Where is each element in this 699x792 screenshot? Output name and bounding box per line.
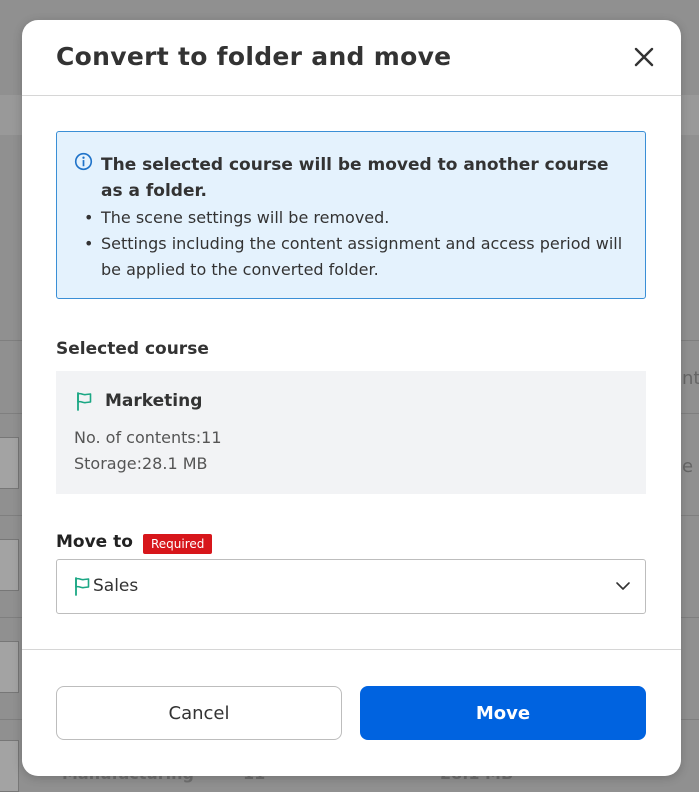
move-to-select[interactable]: Sales xyxy=(56,559,646,614)
flag-icon xyxy=(77,392,92,411)
required-badge: Required xyxy=(143,534,213,554)
background-thumbnail xyxy=(0,641,19,693)
info-title: The selected course will be moved to ano… xyxy=(101,155,609,201)
move-to-label: Move to xyxy=(56,532,133,552)
chevron-down-icon xyxy=(616,582,630,590)
convert-dialog: Convert to folder and move The selected … xyxy=(22,20,681,776)
info-bullet: Settings including the content assignmen… xyxy=(84,231,624,283)
background-edge-text: nt xyxy=(682,368,699,389)
background-thumbnail xyxy=(0,740,19,792)
background-thumbnail xyxy=(0,437,19,489)
dialog-header: Convert to folder and move xyxy=(22,20,681,96)
close-button[interactable] xyxy=(631,44,657,70)
info-bullet: The scene settings will be removed. xyxy=(84,205,624,231)
course-name: Marketing xyxy=(105,391,203,411)
flag-icon xyxy=(75,577,90,596)
course-contents-count: No. of contents:11 xyxy=(74,428,222,447)
footer-divider xyxy=(22,649,681,650)
info-circle-icon xyxy=(74,152,93,171)
selected-course-card: Marketing No. of contents:11 Storage:28.… xyxy=(56,371,646,494)
cancel-button[interactable]: Cancel xyxy=(56,686,342,740)
info-notice: The selected course will be moved to ano… xyxy=(56,131,646,299)
selected-course-label: Selected course xyxy=(56,339,209,359)
dialog-title: Convert to folder and move xyxy=(56,42,452,71)
close-icon xyxy=(634,47,654,67)
move-to-selected-value: Sales xyxy=(93,576,139,596)
background-edge-text: e xyxy=(682,456,694,477)
move-button[interactable]: Move xyxy=(360,686,646,740)
background-thumbnail xyxy=(0,539,19,591)
info-bullet-list: The scene settings will be removed. Sett… xyxy=(84,205,624,283)
course-storage: Storage:28.1 MB xyxy=(74,454,208,473)
